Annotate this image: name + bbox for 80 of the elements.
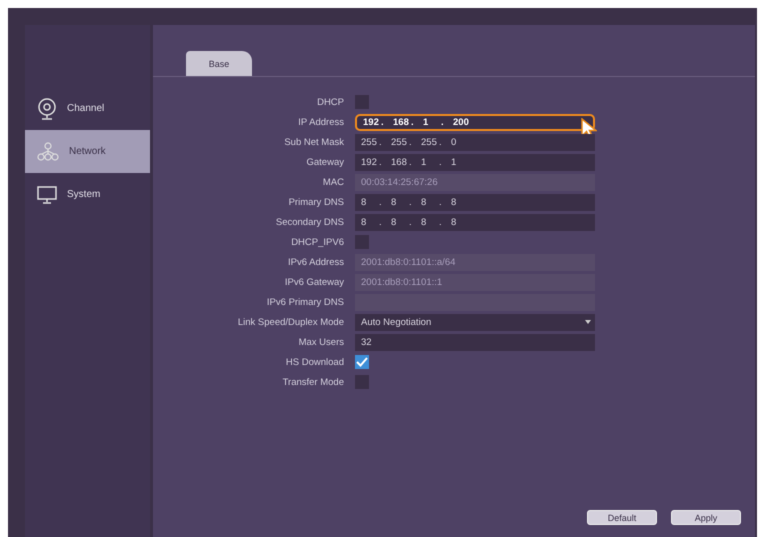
- ip-octet: 255: [391, 136, 408, 148]
- field-label: Sub Net Mask: [283, 136, 345, 148]
- sidebar-item[interactable]: System: [25, 173, 150, 216]
- checkmark-icon: [356, 357, 368, 367]
- ip-octet: 255: [421, 136, 438, 148]
- sidebar-item[interactable]: Network: [25, 130, 150, 173]
- dropdown[interactable]: Auto Negotiation: [355, 314, 595, 330]
- field-value: 2001:db8:0:1101::a/64: [361, 256, 456, 268]
- field-label: Transfer Mode: [282, 376, 345, 388]
- field-label: DHCP: [316, 96, 345, 108]
- monitor-icon: [37, 184, 57, 204]
- checkbox[interactable]: [355, 95, 369, 109]
- field-label: DHCP_IPV6: [290, 236, 345, 248]
- input-field[interactable]: 192 . 168 . 1 . 200: [355, 114, 595, 130]
- field-label: IPv6 Primary DNS: [266, 296, 345, 308]
- ip-octet: 8: [361, 196, 368, 208]
- ip-octet: 192: [361, 156, 378, 168]
- tab[interactable]: Base: [186, 51, 252, 76]
- ip-octet: 168: [391, 156, 408, 168]
- ip-separator: .: [441, 116, 445, 128]
- ip-separator: .: [381, 116, 385, 128]
- input-field[interactable]: 32: [355, 334, 595, 350]
- ip-separator: .: [409, 196, 413, 208]
- ip-octet: 8: [421, 216, 428, 228]
- checkbox[interactable]: [355, 235, 369, 249]
- ip-octet: 0: [451, 136, 458, 148]
- field-value: Auto Negotiation: [361, 316, 432, 328]
- ip-octet: 1: [423, 116, 430, 128]
- field-label: IPv6 Gateway: [284, 276, 345, 288]
- field-label: Max Users: [298, 336, 345, 348]
- ip-octet: 192: [363, 116, 380, 128]
- network-icon: [37, 142, 59, 162]
- checkbox[interactable]: [355, 355, 369, 369]
- checkbox[interactable]: [355, 375, 369, 389]
- ip-separator: .: [411, 116, 415, 128]
- ip-separator: .: [379, 196, 383, 208]
- field-label: Gateway: [306, 156, 345, 168]
- sidebar-item-label: Network: [69, 146, 106, 157]
- sidebar-item-label: Channel: [67, 103, 104, 114]
- action-button[interactable]: Default: [587, 510, 657, 525]
- input-field[interactable]: 255 . 255 . 255 . 0: [355, 134, 595, 150]
- ip-octet: 1: [451, 156, 458, 168]
- ip-octet: 8: [391, 196, 398, 208]
- action-button[interactable]: Apply: [671, 510, 741, 525]
- ip-separator: .: [439, 136, 443, 148]
- ip-octet: 8: [361, 216, 368, 228]
- ip-octet: 8: [391, 216, 398, 228]
- ip-separator: .: [409, 216, 413, 228]
- ip-separator: .: [379, 156, 383, 168]
- input-field[interactable]: 8 . 8 . 8 . 8: [355, 214, 595, 230]
- ip-octet: 8: [451, 196, 458, 208]
- field-label: Primary DNS: [288, 196, 345, 208]
- field-label: IPv6 Address: [287, 256, 345, 268]
- field-value: 2001:db8:0:1101::1: [361, 276, 442, 288]
- ip-octet: 8: [421, 196, 428, 208]
- field-label: MAC: [322, 176, 345, 188]
- ip-octet: 255: [361, 136, 378, 148]
- sidebar-item-label: System: [67, 189, 100, 200]
- ip-octet: 1: [421, 156, 428, 168]
- ip-octet: 8: [451, 216, 458, 228]
- ip-octet: 168: [393, 116, 410, 128]
- caret-icon: [585, 320, 591, 324]
- ip-separator: .: [439, 156, 443, 168]
- ip-separator: .: [379, 216, 383, 228]
- field-label: HS Download: [284, 356, 345, 368]
- input-field[interactable]: 8 . 8 . 8 . 8: [355, 194, 595, 210]
- ip-separator: .: [439, 216, 443, 228]
- sidebar-item[interactable]: Channel: [25, 87, 150, 130]
- ip-separator: .: [379, 136, 383, 148]
- ip-separator: .: [409, 156, 413, 168]
- field-value: 32: [361, 336, 372, 348]
- field-label: Link Speed/Duplex Mode: [236, 316, 345, 328]
- input-field[interactable]: 192 . 168 . 1 . 1: [355, 154, 595, 170]
- ip-separator: .: [439, 196, 443, 208]
- webcam-icon: [37, 98, 57, 120]
- field-value: 00:03:14:25:67:26: [361, 176, 438, 188]
- field-label: IP Address: [297, 116, 345, 128]
- ip-separator: .: [409, 136, 413, 148]
- field-label: Secondary DNS: [274, 216, 345, 228]
- ip-octet: 200: [453, 116, 470, 128]
